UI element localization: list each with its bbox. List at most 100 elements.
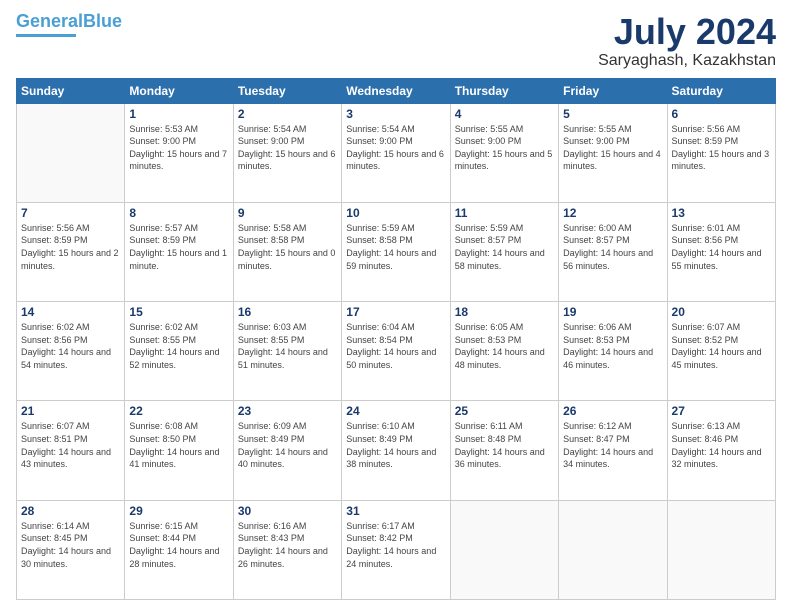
day-number: 1 <box>129 107 228 121</box>
day-info: Sunrise: 5:54 AMSunset: 9:00 PMDaylight:… <box>346 123 445 173</box>
day-info: Sunrise: 6:06 AMSunset: 8:53 PMDaylight:… <box>563 321 662 371</box>
week-row-2: 7Sunrise: 5:56 AMSunset: 8:59 PMDaylight… <box>17 202 776 301</box>
table-cell: 5 Sunrise: 5:55 AMSunset: 9:00 PMDaylight… <box>559 103 667 202</box>
table-cell: 8Sunrise: 5:57 AMSunset: 8:59 PMDaylight… <box>125 202 233 301</box>
day-number: 16 <box>238 305 337 319</box>
day-number: 23 <box>238 404 337 418</box>
table-cell: 12 Sunrise: 6:00 AMSunset: 8:57 PMDayligh… <box>559 202 667 301</box>
week-row-4: 21 Sunrise: 6:07 AMSunset: 8:51 PMDayligh… <box>17 401 776 500</box>
calendar-table: Sunday Monday Tuesday Wednesday Thursday… <box>16 78 776 600</box>
day-info: Sunrise: 6:02 AMSunset: 8:56 PMDaylight:… <box>21 321 120 371</box>
day-info: Sunrise: 5:55 AMSunset: 9:00 PMDaylight:… <box>563 123 662 173</box>
table-cell: 1 Sunrise: 5:53 AMSunset: 9:00 PMDaylight… <box>125 103 233 202</box>
day-info: Sunrise: 6:01 AMSunset: 8:56 PMDaylight:… <box>672 222 771 272</box>
table-cell: 6Sunrise: 5:56 AMSunset: 8:59 PMDaylight… <box>667 103 775 202</box>
day-info: Sunrise: 6:13 AMSunset: 8:46 PMDaylight:… <box>672 420 771 470</box>
day-info: Sunrise: 5:53 AMSunset: 9:00 PMDaylight:… <box>129 123 228 173</box>
day-info: Sunrise: 6:15 AMSunset: 8:44 PMDaylight:… <box>129 520 228 570</box>
table-cell: 22Sunrise: 6:08 AMSunset: 8:50 PMDayligh… <box>125 401 233 500</box>
table-cell: 14 Sunrise: 6:02 AMSunset: 8:56 PMDayligh… <box>17 302 125 401</box>
table-cell: 28 Sunrise: 6:14 AMSunset: 8:45 PMDayligh… <box>17 500 125 599</box>
day-number: 14 <box>21 305 120 319</box>
logo: GeneralBlue <box>16 12 122 37</box>
day-info: Sunrise: 6:05 AMSunset: 8:53 PMDaylight:… <box>455 321 554 371</box>
table-cell: 15Sunrise: 6:02 AMSunset: 8:55 PMDayligh… <box>125 302 233 401</box>
day-number: 29 <box>129 504 228 518</box>
col-monday: Monday <box>125 78 233 103</box>
day-number: 13 <box>672 206 771 220</box>
day-info: Sunrise: 6:16 AMSunset: 8:43 PMDaylight:… <box>238 520 337 570</box>
table-cell: 23 Sunrise: 6:09 AMSunset: 8:49 PMDayligh… <box>233 401 341 500</box>
table-cell: 29 Sunrise: 6:15 AMSunset: 8:44 PMDayligh… <box>125 500 233 599</box>
day-number: 26 <box>563 404 662 418</box>
day-number: 8 <box>129 206 228 220</box>
day-info: Sunrise: 5:59 AMSunset: 8:58 PMDaylight:… <box>346 222 445 272</box>
day-number: 19 <box>563 305 662 319</box>
day-info: Sunrise: 5:54 AMSunset: 9:00 PMDaylight:… <box>238 123 337 173</box>
day-info: Sunrise: 6:08 AMSunset: 8:50 PMDaylight:… <box>129 420 228 470</box>
table-cell: 20 Sunrise: 6:07 AMSunset: 8:52 PMDayligh… <box>667 302 775 401</box>
table-cell <box>17 103 125 202</box>
week-row-5: 28 Sunrise: 6:14 AMSunset: 8:45 PMDayligh… <box>17 500 776 599</box>
day-number: 28 <box>21 504 120 518</box>
day-info: Sunrise: 6:09 AMSunset: 8:49 PMDaylight:… <box>238 420 337 470</box>
table-cell: 24Sunrise: 6:10 AMSunset: 8:49 PMDayligh… <box>342 401 450 500</box>
table-cell: 21 Sunrise: 6:07 AMSunset: 8:51 PMDayligh… <box>17 401 125 500</box>
table-cell: 17 Sunrise: 6:04 AMSunset: 8:54 PMDayligh… <box>342 302 450 401</box>
day-number: 24 <box>346 404 445 418</box>
table-cell <box>450 500 558 599</box>
table-cell: 9 Sunrise: 5:58 AMSunset: 8:58 PMDaylight… <box>233 202 341 301</box>
table-cell: 31Sunrise: 6:17 AMSunset: 8:42 PMDayligh… <box>342 500 450 599</box>
day-info: Sunrise: 5:58 AMSunset: 8:58 PMDaylight:… <box>238 222 337 272</box>
title-block: July 2024 Saryaghash, Kazakhstan <box>598 12 776 70</box>
table-cell: 13 Sunrise: 6:01 AMSunset: 8:56 PMDayligh… <box>667 202 775 301</box>
table-cell: 7Sunrise: 5:56 AMSunset: 8:59 PMDaylight… <box>17 202 125 301</box>
logo-text: GeneralBlue <box>16 12 122 32</box>
day-info: Sunrise: 6:17 AMSunset: 8:42 PMDaylight:… <box>346 520 445 570</box>
col-tuesday: Tuesday <box>233 78 341 103</box>
day-number: 27 <box>672 404 771 418</box>
calendar-header-row: Sunday Monday Tuesday Wednesday Thursday… <box>17 78 776 103</box>
day-number: 5 <box>563 107 662 121</box>
day-info: Sunrise: 5:56 AMSunset: 8:59 PMDaylight:… <box>21 222 120 272</box>
day-number: 3 <box>346 107 445 121</box>
day-number: 4 <box>455 107 554 121</box>
day-info: Sunrise: 6:12 AMSunset: 8:47 PMDaylight:… <box>563 420 662 470</box>
day-number: 10 <box>346 206 445 220</box>
table-cell: 25Sunrise: 6:11 AMSunset: 8:48 PMDayligh… <box>450 401 558 500</box>
day-info: Sunrise: 6:00 AMSunset: 8:57 PMDaylight:… <box>563 222 662 272</box>
day-info: Sunrise: 5:59 AMSunset: 8:57 PMDaylight:… <box>455 222 554 272</box>
day-number: 20 <box>672 305 771 319</box>
day-info: Sunrise: 5:55 AMSunset: 9:00 PMDaylight:… <box>455 123 554 173</box>
table-cell <box>667 500 775 599</box>
day-number: 30 <box>238 504 337 518</box>
col-wednesday: Wednesday <box>342 78 450 103</box>
day-number: 11 <box>455 206 554 220</box>
day-number: 21 <box>21 404 120 418</box>
day-info: Sunrise: 6:02 AMSunset: 8:55 PMDaylight:… <box>129 321 228 371</box>
table-cell: 30 Sunrise: 6:16 AMSunset: 8:43 PMDayligh… <box>233 500 341 599</box>
table-cell: 11 Sunrise: 5:59 AMSunset: 8:57 PMDayligh… <box>450 202 558 301</box>
day-number: 6 <box>672 107 771 121</box>
day-info: Sunrise: 6:07 AMSunset: 8:52 PMDaylight:… <box>672 321 771 371</box>
day-number: 9 <box>238 206 337 220</box>
day-number: 2 <box>238 107 337 121</box>
table-cell: 27 Sunrise: 6:13 AMSunset: 8:46 PMDayligh… <box>667 401 775 500</box>
logo-underline <box>16 34 76 37</box>
week-row-3: 14 Sunrise: 6:02 AMSunset: 8:56 PMDayligh… <box>17 302 776 401</box>
table-cell: 10 Sunrise: 5:59 AMSunset: 8:58 PMDayligh… <box>342 202 450 301</box>
day-info: Sunrise: 6:14 AMSunset: 8:45 PMDaylight:… <box>21 520 120 570</box>
table-cell: 3 Sunrise: 5:54 AMSunset: 9:00 PMDaylight… <box>342 103 450 202</box>
week-row-1: 1 Sunrise: 5:53 AMSunset: 9:00 PMDaylight… <box>17 103 776 202</box>
day-info: Sunrise: 6:07 AMSunset: 8:51 PMDaylight:… <box>21 420 120 470</box>
day-number: 12 <box>563 206 662 220</box>
header: GeneralBlue July 2024 Saryaghash, Kazakh… <box>16 12 776 70</box>
day-number: 17 <box>346 305 445 319</box>
day-info: Sunrise: 6:11 AMSunset: 8:48 PMDaylight:… <box>455 420 554 470</box>
day-info: Sunrise: 6:03 AMSunset: 8:55 PMDaylight:… <box>238 321 337 371</box>
logo-blue: Blue <box>83 11 122 31</box>
col-friday: Friday <box>559 78 667 103</box>
day-info: Sunrise: 6:04 AMSunset: 8:54 PMDaylight:… <box>346 321 445 371</box>
logo-general: General <box>16 11 83 31</box>
location: Saryaghash, Kazakhstan <box>598 52 776 70</box>
